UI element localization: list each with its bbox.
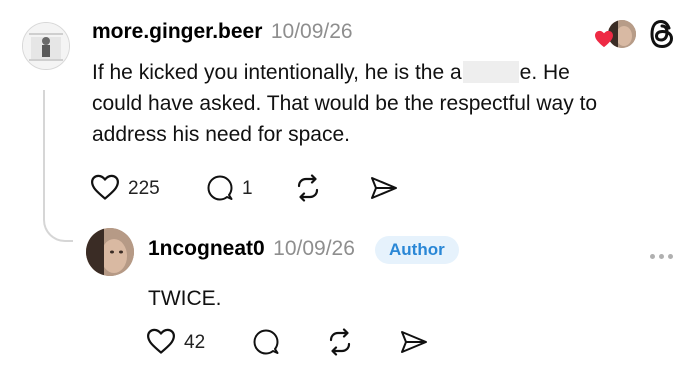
comment-body: If he kicked you intentionally, he is th…	[92, 57, 682, 150]
like-count: 225	[128, 178, 160, 199]
liked-by-author-indicator	[594, 18, 638, 52]
share-icon[interactable]	[370, 176, 398, 200]
repost-icon[interactable]	[294, 174, 322, 202]
reply-username[interactable]: 1ncogneat0	[148, 237, 265, 260]
reply-count: 1	[242, 178, 253, 199]
reply-header: 1ncogneat0 10/09/26	[148, 237, 355, 261]
author-badge: Author	[375, 236, 459, 264]
censored-word	[462, 61, 519, 83]
comment-text-part1: If he kicked you intentionally, he is th…	[92, 61, 462, 84]
comment-actions: 225 1	[90, 172, 397, 202]
reply-actions: 42	[146, 326, 446, 356]
comment-icon[interactable]	[206, 174, 234, 202]
thread-connector-line	[43, 90, 73, 242]
avatar-1ncogneat0[interactable]	[86, 228, 134, 276]
comment-username[interactable]: more.ginger.beer	[92, 20, 262, 43]
heart-filled-icon	[595, 30, 613, 48]
reply-date: 10/09/26	[273, 237, 355, 260]
reply-like-count: 42	[184, 332, 206, 353]
avatar-more-ginger-beer[interactable]	[22, 22, 70, 70]
share-icon[interactable]	[400, 330, 428, 354]
comment-text-line3: address his need for space.	[92, 123, 350, 146]
more-icon[interactable]	[650, 246, 677, 264]
comment-text-part2: e. He	[519, 61, 570, 84]
heart-icon[interactable]	[90, 174, 120, 201]
heart-icon[interactable]	[146, 328, 176, 355]
reply-text: TWICE.	[148, 287, 222, 310]
comment-icon[interactable]	[252, 328, 280, 356]
comment-date: 10/09/26	[270, 20, 353, 43]
comment-text-line2: could have asked. That would be the resp…	[92, 92, 598, 115]
repost-icon[interactable]	[326, 328, 354, 356]
threads-logo-icon[interactable]	[648, 18, 676, 50]
comment-header: more.ginger.beer 10/09/26	[92, 20, 353, 44]
